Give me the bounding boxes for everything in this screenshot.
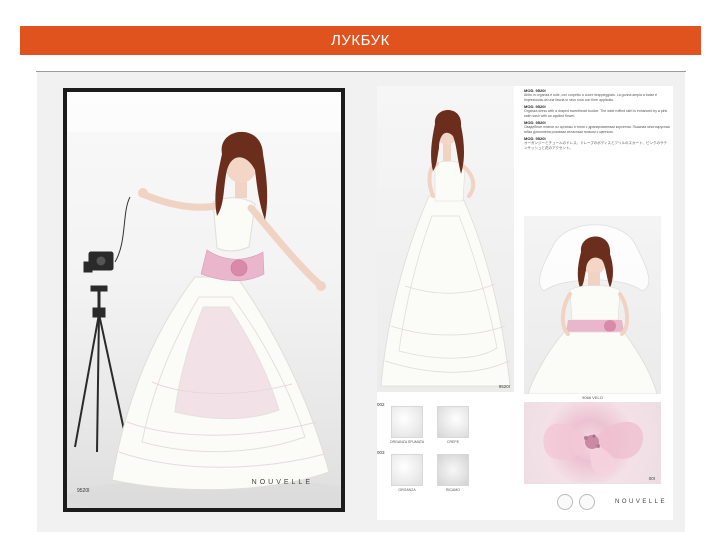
swatch-label: ORGANZA SFUMATA (389, 440, 425, 444)
veil-photo-illustration (527, 224, 658, 394)
main-dress-photo: 9520I (377, 86, 514, 392)
description-text: Organza dress with a draped sweetheart b… (524, 109, 668, 118)
description-text: オーガンジーとチュールのドレス。ドレープのボディスとフリルのスカート、ピンクのサ… (524, 141, 667, 150)
description-it: MOD. 9520I Abito in organza e tulle, con… (524, 88, 670, 102)
veil-photo (524, 216, 661, 394)
detail-photo-code: 00I (648, 476, 655, 481)
swatch-number: 003 (377, 450, 385, 455)
swatch-group: 003 ORGANZA RICAMO (377, 450, 517, 496)
main-dress-illustration (380, 110, 511, 387)
swatch-number: 002 (377, 402, 385, 407)
main-photo-code: 9520I (498, 384, 510, 389)
model-code: 9520I (77, 488, 90, 494)
emblem-icon (557, 494, 573, 510)
swatch-group: 002 ORGANZA SFUMATA CREPE (377, 402, 517, 448)
studio-photo: 9520I NOUVELLE (67, 92, 341, 508)
right-page: 9520I MOD. 9520I Abito in organza e tull… (377, 86, 673, 520)
footer-logos: NOUVELLE (557, 494, 667, 514)
swatch-label: RICAMO (446, 488, 460, 492)
camera-icon (74, 251, 128, 453)
brand-logo: NOUVELLE (614, 499, 667, 505)
description-column: MOD. 9520I Abito in organza e tulle, con… (524, 88, 670, 152)
swatch-label: ORGANZA (398, 488, 416, 492)
wedding-dress (111, 276, 330, 491)
description-jp: MOD. 9520I オーガンジーとチュールのドレス。ドレープのボディスとフリル… (524, 136, 670, 150)
studio-photo-illustration (67, 92, 341, 508)
fabric-detail-photo: 00I (524, 402, 661, 484)
fabric-swatch (391, 454, 423, 486)
fabric-swatch (391, 406, 423, 438)
fabric-swatch (437, 454, 469, 486)
veil-caption: 9066 VELO (582, 395, 603, 400)
description-text: Abito in organza e tulle, con corpetto a… (524, 93, 658, 102)
description-text: Свадебное платье из органзы и тюля с дра… (524, 125, 670, 134)
emblem-icon (579, 494, 595, 510)
description-en: MOD. 9520I Organza dress with a draped s… (524, 104, 670, 118)
brand-logo: NOUVELLE (251, 479, 313, 486)
slide-title: ЛУКБУК (20, 26, 701, 55)
fabric-detail-illustration (543, 421, 644, 476)
description-ru: MOD. 9520I Свадебное платье из органзы и… (524, 120, 670, 134)
lookbook-spread: 9520I NOUVELLE 9520I MOD. 9520I Abito in… (37, 72, 685, 532)
swatch-label: CREPE (446, 440, 460, 444)
fabric-swatch (437, 406, 469, 438)
flower-icon (230, 259, 248, 277)
left-page: 9520I NOUVELLE (63, 88, 345, 512)
